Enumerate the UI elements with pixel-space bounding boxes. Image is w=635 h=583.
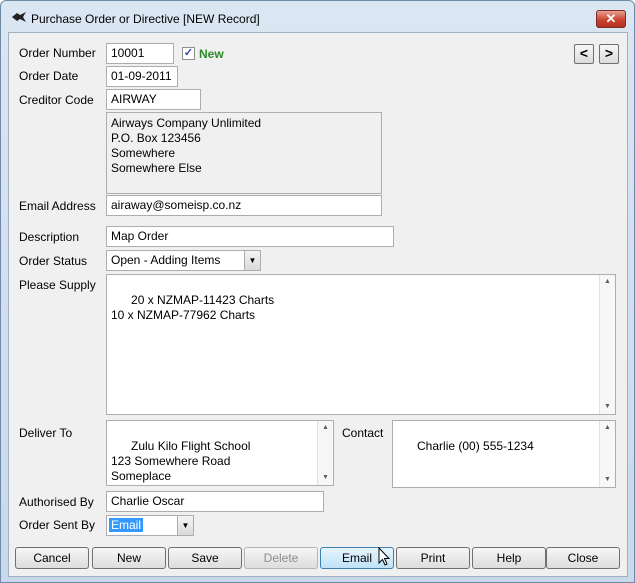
contact-textarea[interactable]: Charlie (00) 555-1234 ▲ ▼ <box>392 420 616 488</box>
previous-record-button[interactable]: < <box>574 44 594 64</box>
print-button[interactable]: Print <box>396 547 470 569</box>
next-record-button[interactable]: > <box>599 44 619 64</box>
email-address-label: Email Address <box>19 199 96 213</box>
email-address-field[interactable]: airaway@someisp.co.nz <box>106 195 382 216</box>
contact-text: Charlie (00) 555-1234 <box>417 439 534 453</box>
app-icon <box>12 12 26 22</box>
scroll-down-icon[interactable]: ▼ <box>600 400 615 414</box>
description-field[interactable]: Map Order <box>106 226 394 247</box>
order-date-label: Order Date <box>19 69 79 83</box>
order-status-select[interactable]: Open - Adding Items ▼ <box>106 250 261 271</box>
authorised-by-field[interactable]: Charlie Oscar <box>106 491 324 512</box>
creditor-code-label: Creditor Code <box>19 93 94 107</box>
authorised-by-label: Authorised By <box>19 495 94 509</box>
scroll-down-icon[interactable]: ▼ <box>318 471 333 485</box>
chevron-down-icon[interactable]: ▼ <box>177 516 193 535</box>
contact-scrollbar[interactable]: ▲ ▼ <box>599 421 615 487</box>
app-window: Purchase Order or Directive [NEW Record]… <box>0 0 635 583</box>
order-sent-by-label: Order Sent By <box>19 518 96 532</box>
scroll-down-icon[interactable]: ▼ <box>600 473 615 487</box>
order-status-label: Order Status <box>19 254 88 268</box>
deliver-to-textarea[interactable]: Zulu Kilo Flight School 123 Somewhere Ro… <box>106 420 334 486</box>
scroll-up-icon[interactable]: ▲ <box>318 421 333 435</box>
cancel-button[interactable]: Cancel <box>15 547 89 569</box>
order-sent-by-value: Email <box>109 518 144 532</box>
please-supply-text: 20 x NZMAP-11423 Charts 10 x NZMAP-77962… <box>111 293 275 322</box>
save-button[interactable]: Save <box>168 547 242 569</box>
deliver-to-label: Deliver To <box>19 426 73 440</box>
please-supply-textarea[interactable]: 20 x NZMAP-11423 Charts 10 x NZMAP-77962… <box>106 274 616 415</box>
order-number-label: Order Number <box>19 46 96 60</box>
title-bar: Purchase Order or Directive [NEW Record]… <box>1 1 634 33</box>
window-title: Purchase Order or Directive [NEW Record] <box>31 12 260 26</box>
contact-label: Contact <box>342 426 384 440</box>
close-button[interactable]: Close <box>546 547 620 569</box>
help-button[interactable]: Help <box>472 547 546 569</box>
order-number-field[interactable]: 10001 <box>106 43 174 64</box>
delete-button[interactable]: Delete <box>244 547 318 569</box>
please-supply-label: Please Supply <box>19 278 96 292</box>
new-button[interactable]: New <box>92 547 166 569</box>
order-status-value: Open - Adding Items <box>111 253 221 267</box>
order-sent-by-select[interactable]: Email ▼ <box>106 515 194 536</box>
creditor-code-field[interactable]: AIRWAY <box>106 89 201 110</box>
new-checkbox[interactable]: ✓ <box>182 47 195 60</box>
chevron-down-icon[interactable]: ▼ <box>244 251 260 270</box>
mouse-cursor-icon <box>378 547 391 566</box>
deliver-to-scrollbar[interactable]: ▲ ▼ <box>317 421 333 485</box>
window-close-button[interactable]: ✕ <box>596 10 626 28</box>
form-body: Order Number 10001 ✓ New < > Order Date … <box>8 32 628 577</box>
creditor-address-box: Airways Company Unlimited P.O. Box 12345… <box>106 112 382 194</box>
scroll-up-icon[interactable]: ▲ <box>600 421 615 435</box>
scroll-up-icon[interactable]: ▲ <box>600 275 615 289</box>
deliver-to-text: Zulu Kilo Flight School 123 Somewhere Ro… <box>111 439 251 485</box>
description-label: Description <box>19 230 80 244</box>
order-date-field[interactable]: 01-09-2011 <box>106 66 178 87</box>
new-flag-label: New <box>199 47 224 61</box>
please-supply-scrollbar[interactable]: ▲ ▼ <box>599 275 615 414</box>
